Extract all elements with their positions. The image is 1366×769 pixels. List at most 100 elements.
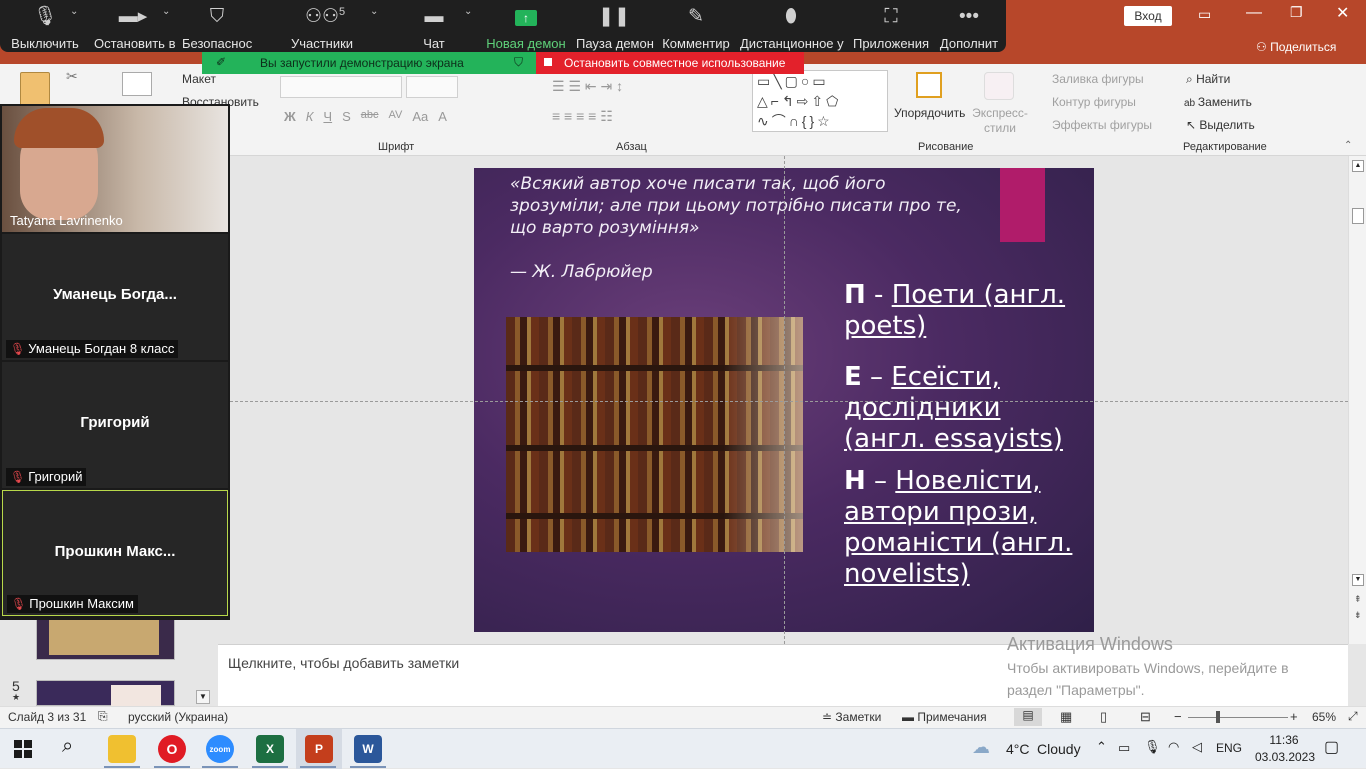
minimize-icon[interactable]: — [1246,4,1262,22]
paste-icon[interactable] [20,72,50,106]
ribbon-display-icon[interactable]: ▭ [1198,6,1211,23]
quick-styles-icon[interactable] [984,72,1014,100]
find-button[interactable]: ⌕ Найти [1186,72,1230,87]
participants-button[interactable]: ⚇⚇ Участники [288,4,356,51]
zoom-app-icon[interactable]: zoom [206,735,234,763]
opera-icon[interactable]: O [158,735,186,763]
shape-outline-button[interactable]: Контур фигуры [1052,95,1136,109]
clock-time[interactable]: 11:36 [1264,733,1304,747]
chevron-down-icon[interactable]: ⌄ [70,6,78,17]
weather-desc[interactable]: Cloudy [1037,741,1081,757]
spellcheck-icon[interactable]: ⎘ [98,709,108,724]
zoom-out-icon[interactable]: − [1174,709,1182,724]
signin-button[interactable]: Вход [1124,6,1172,26]
share-button[interactable]: ⚇ Поделиться [1256,40,1336,54]
microphone-icon[interactable]: 🎙︎ [1144,739,1161,755]
quote-text[interactable]: «Всякий автор хоче писати так, щоб його … [510,173,980,239]
new-slide-icon[interactable] [122,72,152,96]
scroll-thumb[interactable] [1352,208,1364,224]
underline-button[interactable]: Ч [323,109,332,124]
bookshelf-image[interactable] [506,317,803,552]
clock-date[interactable]: 03.03.2023 [1250,750,1320,764]
slide-scrollbar[interactable]: ▲ ▼ ⇞ ⇟ [1348,156,1366,644]
participant-tile-3[interactable]: Григорий 🎙︎ Григорий [2,362,228,488]
layout-button[interactable]: Макет [182,72,216,86]
shadow-button[interactable]: S [342,109,351,124]
stop-video-button[interactable]: ▬▸ Остановить в [94,4,175,51]
collapse-ribbon-icon[interactable]: ⌃ [1344,140,1352,151]
zoom-slider-thumb[interactable] [1216,711,1220,723]
scroll-up-icon[interactable]: ▲ [1352,160,1364,172]
scroll-down-icon[interactable]: ▼ [1352,574,1364,586]
chat-button[interactable]: ▬ Чат [414,4,454,51]
shapes-gallery[interactable]: ▭╲▢○▭ △⌐↰⇨⇧⬠ ∿⌒∩{}☆ [752,70,888,132]
battery-icon[interactable]: ▭ [1118,740,1130,756]
strikethrough-button[interactable]: abc [361,109,379,124]
font-size-box[interactable] [406,76,458,98]
align-icons[interactable]: ≡ ≡ ≡ ≡ ☷ [552,108,613,125]
word-icon[interactable]: W [354,735,382,763]
font-name-box[interactable] [280,76,402,98]
slideshow-icon[interactable]: ⊟ [1140,709,1151,725]
restore-icon[interactable]: ❐ [1290,4,1303,21]
annotate-button[interactable]: ✎ Комментир [662,4,730,51]
arrange-icon[interactable] [916,72,942,98]
acrostic-item-p[interactable]: П - Поети (англ. poets) [844,280,1084,342]
acrostic-item-e[interactable]: Е – Есеїсти, дослідники (англ. essayists… [844,362,1084,455]
zoom-slider[interactable] [1188,717,1288,718]
pause-share-button[interactable]: ❚❚ Пауза демон [576,4,654,51]
fit-slide-icon[interactable]: ⤢ [1348,709,1358,724]
chevron-down-icon[interactable]: ⌄ [370,6,378,17]
tray-chevron-icon[interactable]: ⌃ [1096,739,1107,755]
powerpoint-icon[interactable]: P [305,735,333,763]
thumbnail-scroll-down-icon[interactable]: ▼ [196,690,210,704]
slide-thumbnail-5[interactable] [36,680,175,707]
windows-start-icon[interactable] [14,740,32,758]
search-icon[interactable]: ⌕ [62,735,73,758]
bullets-icon[interactable]: ☰ ☰ ⇤ ⇥ ↕ [552,78,623,95]
file-explorer-icon[interactable] [108,735,136,763]
remote-control-button[interactable]: ⬮ Дистанционное у [740,4,844,51]
stop-share-button[interactable]: Остановить совместное использование [536,52,804,74]
sorter-view-icon[interactable]: ▦ [1060,709,1072,725]
next-slide-icon[interactable]: ⇟ [1354,610,1362,621]
prev-slide-icon[interactable]: ⇞ [1354,594,1362,605]
chevron-down-icon[interactable]: ⌄ [464,6,472,17]
input-language[interactable]: ENG [1216,741,1242,755]
wifi-icon[interactable]: ◠ [1168,739,1179,755]
participant-tile-2[interactable]: Уманець Богда... 🎙︎ Уманець Богдан 8 клас… [2,234,228,360]
arrange-button[interactable]: Упорядочить [894,106,965,120]
chevron-down-icon[interactable]: ⌄ [162,6,170,17]
security-button[interactable]: ⛉ Безопаснос [182,4,252,51]
weather-temp[interactable]: 4°C [1006,741,1030,757]
vertical-guide[interactable] [784,156,785,644]
apps-button[interactable]: ⛶ Приложения [852,4,930,51]
new-share-button[interactable]: ↑ Новая демон [486,4,566,51]
zoom-level[interactable]: 65% [1312,710,1336,724]
notes-toggle[interactable]: ≐ Заметки [822,710,881,724]
weather-cloud-icon[interactable]: ☁ [972,737,990,758]
quick-styles-button[interactable]: Экспресс-стили [970,106,1030,136]
close-icon[interactable]: ✕ [1336,3,1349,23]
cut-icon[interactable]: ✂ [66,68,78,85]
excel-icon[interactable]: X [256,735,284,763]
volume-icon[interactable]: ◁ [1192,739,1202,755]
normal-view-icon[interactable]: ▤ [1014,708,1042,726]
acrostic-item-n[interactable]: Н – Новелісти, автори прози, романісти (… [844,466,1084,590]
participant-tile-4[interactable]: Прошкин Макс... 🎙︎ Прошкин Максим [2,490,228,616]
comments-toggle[interactable]: ▬ Примечания [902,710,987,724]
zoom-in-icon[interactable]: + [1290,709,1298,724]
spacing-button[interactable]: AV [389,109,403,124]
bold-button[interactable]: Ж [284,109,296,124]
language-indicator[interactable]: русский (Украина) [128,710,228,724]
participant-tile-1[interactable]: Tatyana Lavrinenko [2,106,228,232]
shape-fill-button[interactable]: Заливка фигуры [1052,72,1144,86]
pin-icon[interactable]: ✐ [216,55,226,69]
select-button[interactable]: ↖ Выделить [1186,118,1255,132]
horizontal-guide[interactable] [230,401,1348,402]
replace-button[interactable]: ab Заменить [1184,95,1252,109]
shape-effects-button[interactable]: Эффекты фигуры [1052,118,1152,132]
case-button[interactable]: Aa [412,109,428,124]
quote-author[interactable]: — Ж. Лабрюйер [510,262,653,282]
font-color-button[interactable]: A [438,109,447,124]
